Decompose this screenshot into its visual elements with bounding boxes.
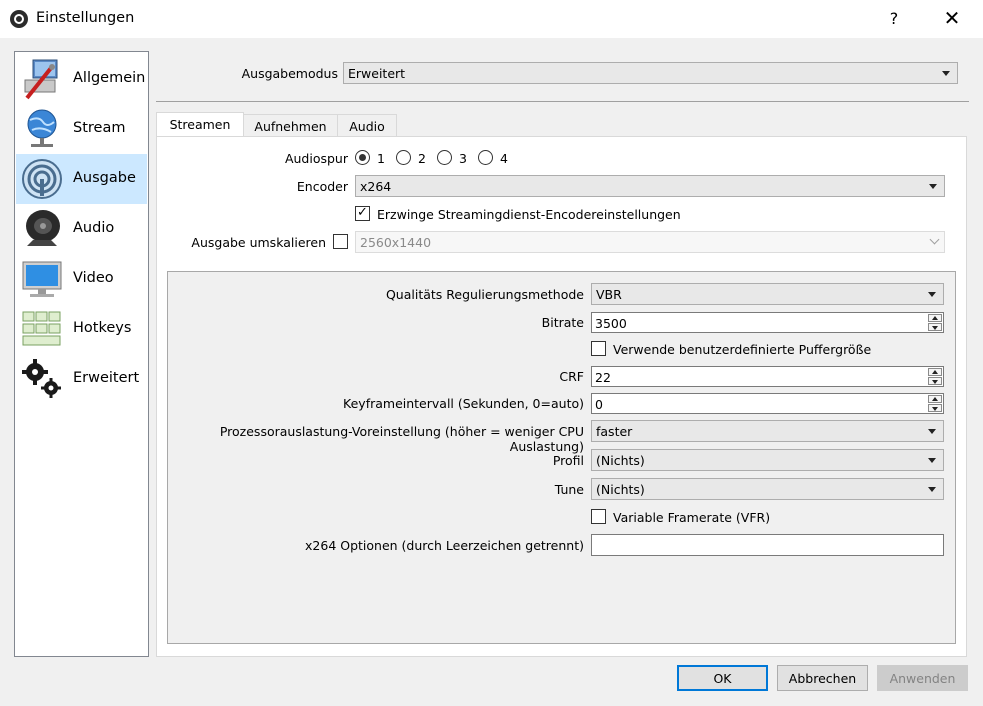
rate-control-value: VBR — [596, 287, 622, 302]
spin-up-icon[interactable] — [928, 395, 942, 403]
chevron-down-icon — [928, 292, 936, 297]
spin-down-icon[interactable] — [928, 323, 942, 331]
divider — [156, 101, 969, 102]
sidebar-item-erweitert[interactable]: Erweitert — [16, 354, 147, 404]
keyframe-value: 0 — [595, 397, 603, 412]
bitrate-value: 3500 — [595, 316, 627, 331]
sidebar-item-label: Stream — [73, 120, 126, 136]
vfr-label: Variable Framerate (VFR) — [613, 510, 771, 525]
sidebar-item-label: Ausgabe — [73, 170, 136, 186]
crf-value: 22 — [595, 370, 611, 385]
tune-select[interactable]: (Nichts) — [591, 478, 944, 500]
rate-control-select[interactable]: VBR — [591, 283, 944, 305]
spin-up-icon[interactable] — [928, 368, 942, 376]
sidebar-item-ausgabe[interactable]: Ausgabe — [16, 154, 147, 204]
x264-options-input[interactable] — [591, 534, 944, 556]
chevron-down-icon — [929, 184, 937, 189]
sidebar-item-label: Video — [73, 270, 114, 286]
globe-icon — [27, 109, 57, 147]
keyframe-spinbox[interactable]: 0 — [591, 393, 944, 414]
tab-aufnehmen[interactable]: Aufnehmen — [243, 114, 338, 137]
tune-value: (Nichts) — [596, 482, 645, 497]
sidebar-item-label: Allgemein — [73, 70, 146, 86]
sidebar-item-stream[interactable]: Stream — [16, 104, 147, 154]
audio-track-option-label: 2 — [418, 151, 426, 166]
vfr-checkbox[interactable] — [591, 509, 606, 524]
crf-spinbox[interactable]: 22 — [591, 366, 944, 387]
ok-button[interactable]: OK — [677, 665, 768, 691]
enforce-encoder-label: Erzwinge Streamingdienst-Encodereinstell… — [377, 207, 681, 222]
keyboard-icon — [22, 311, 61, 346]
cpu-preset-label: Prozessorauslastung-Voreinstellung (höhe… — [219, 424, 584, 454]
audio-track-option-label: 3 — [459, 151, 467, 166]
audio-track-radio-4[interactable] — [478, 150, 493, 165]
rescale-resolution-select[interactable]: 2560x1440 — [355, 231, 945, 253]
bitrate-label: Bitrate — [541, 315, 584, 330]
chevron-down-icon — [942, 71, 950, 76]
obs-logo-icon — [10, 10, 28, 28]
sidebar-item-hotkeys[interactable]: Hotkeys — [16, 304, 147, 354]
spin-up-icon[interactable] — [928, 314, 942, 322]
sidebar-item-audio[interactable]: Audio — [16, 204, 147, 254]
profile-label: Profil — [552, 453, 584, 468]
crf-label: CRF — [559, 369, 584, 384]
bitrate-spinbox[interactable]: 3500 — [591, 312, 944, 333]
sidebar-item-video[interactable]: Video — [16, 254, 147, 304]
audio-track-option-label: 4 — [500, 151, 508, 166]
monitor-icon — [22, 261, 62, 297]
title-bar — [0, 0, 983, 38]
output-mode-label: Ausgabemodus — [241, 66, 338, 81]
rate-control-label: Qualitäts Regulierungsmethode — [385, 287, 584, 302]
audio-track-radio-2[interactable] — [396, 150, 411, 165]
profile-select[interactable]: (Nichts) — [591, 449, 944, 471]
output-mode-value: Erweitert — [348, 66, 406, 81]
cpu-preset-value: faster — [596, 424, 633, 439]
custom-buffer-checkbox[interactable] — [591, 341, 606, 356]
apply-button[interactable]: Anwenden — [877, 665, 968, 691]
speaker-icon — [26, 210, 60, 246]
chevron-down-icon — [928, 458, 936, 463]
x264-options-label: x264 Optionen (durch Leerzeichen getrenn… — [305, 538, 584, 553]
window-title: Einstellungen — [36, 10, 135, 26]
encoder-value: x264 — [360, 179, 392, 194]
enforce-encoder-checkbox[interactable]: ✓ — [355, 206, 370, 221]
audio-track-label: Audiospur — [284, 151, 348, 166]
rescale-checkbox[interactable] — [333, 234, 348, 249]
sidebar-item-label: Hotkeys — [73, 320, 132, 336]
gears-icon — [22, 359, 61, 398]
encoder-label: Encoder — [296, 179, 348, 194]
cancel-button[interactable]: Abbrechen — [777, 665, 868, 691]
close-button[interactable]: ✕ — [934, 4, 970, 34]
tools-icon — [24, 59, 58, 100]
help-button[interactable]: ? — [878, 4, 910, 34]
profile-value: (Nichts) — [596, 453, 645, 468]
broadcast-icon — [22, 159, 62, 199]
tune-label: Tune — [554, 482, 584, 497]
chevron-down-icon — [929, 234, 940, 245]
spin-down-icon[interactable] — [928, 404, 942, 412]
chevron-down-icon — [928, 487, 936, 492]
output-mode-select[interactable]: Erweitert — [343, 62, 958, 84]
encoder-select[interactable]: x264 — [355, 175, 945, 197]
keyframe-label: Keyframeintervall (Sekunden, 0=auto) — [343, 396, 584, 411]
rescale-resolution-value: 2560x1440 — [360, 235, 432, 250]
tab-streamen[interactable]: Streamen — [156, 112, 244, 137]
audio-track-option-label: 1 — [377, 151, 385, 166]
custom-buffer-label: Verwende benutzerdefinierte Puffergröße — [613, 342, 872, 357]
chevron-down-icon — [928, 429, 936, 434]
cpu-preset-select[interactable]: faster — [591, 420, 944, 442]
audio-track-radio-3[interactable] — [437, 150, 452, 165]
sidebar-item-allgemein[interactable]: Allgemein — [16, 54, 147, 104]
rescale-label: Ausgabe umskalieren — [191, 235, 326, 250]
sidebar-item-label: Erweitert — [73, 370, 140, 386]
audio-track-radio-1[interactable] — [355, 150, 370, 165]
spin-down-icon[interactable] — [928, 377, 942, 385]
settings-category-list: Allgemein Stream Ausgabe Audio Video Hot… — [14, 51, 149, 657]
tab-audio[interactable]: Audio — [337, 114, 397, 137]
sidebar-item-label: Audio — [73, 220, 115, 236]
